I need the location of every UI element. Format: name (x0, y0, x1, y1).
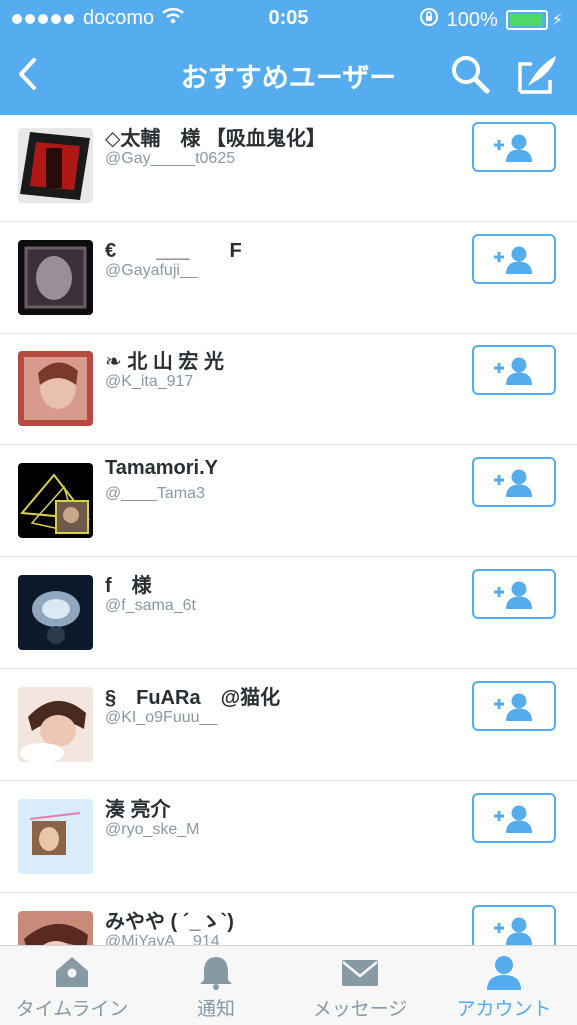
user-handle: @____Tama3 (105, 485, 205, 502)
add-user-icon (494, 357, 532, 385)
user-name: f 様 (105, 575, 152, 597)
avatar (18, 799, 93, 874)
tab-label: 通知 (196, 999, 235, 1020)
battery-icon (505, 10, 548, 30)
tab-timeline[interactable]: タイムライン (0, 946, 144, 1025)
rotation-lock-icon (419, 7, 439, 33)
avatar (18, 687, 93, 762)
tab-notifications[interactable]: 通知 (144, 946, 288, 1025)
add-user-icon (494, 469, 532, 497)
add-user-icon (494, 917, 532, 945)
follow-button[interactable] (472, 569, 556, 619)
avatar (18, 463, 93, 538)
add-user-icon (494, 134, 532, 162)
user-name: Tamamori.Y (105, 457, 218, 479)
header: docomo 0:05 100% ⚡ おすすめユーザー (0, 0, 577, 115)
home-icon (56, 957, 88, 987)
user-handle: @Gay_____t0625 (105, 150, 236, 167)
user-handle: @KI_o9Fuuu__ (105, 709, 218, 726)
recommended-user-list: ◇太輔 様 【吸血鬼化】 @Gay_____t0625 € ___ F @Gay… (0, 115, 577, 945)
tab-label: タイムライン (15, 999, 129, 1020)
compose-icon (518, 56, 556, 94)
avatar (18, 351, 93, 426)
follow-button[interactable] (472, 457, 556, 507)
navigation-bar: おすすめユーザー (0, 38, 577, 115)
user-name: ◇太輔 様 【吸血鬼化】 (105, 128, 326, 150)
user-name: 湊 亮介 (105, 799, 171, 821)
envelope-icon (342, 960, 378, 986)
user-name: € ___ F (105, 240, 242, 262)
avatar (18, 911, 93, 945)
user-handle: @ryo_ske_M (105, 821, 200, 838)
user-row[interactable]: € ___ F @Gayafuji__ (0, 222, 577, 334)
user-handle: @Gayafuji__ (105, 262, 198, 279)
avatar (18, 575, 93, 650)
search-icon (452, 56, 490, 94)
person-icon (487, 956, 521, 990)
follow-button[interactable] (472, 234, 556, 284)
user-handle: @K_ita_917 (105, 373, 194, 390)
avatar (18, 240, 93, 315)
tab-label: アカウント (456, 999, 552, 1020)
follow-button[interactable] (472, 122, 556, 172)
user-row[interactable]: 湊 亮介 @ryo_ske_M (0, 781, 577, 893)
add-user-icon (494, 246, 532, 274)
search-button[interactable] (448, 52, 492, 96)
compose-button[interactable] (514, 52, 560, 96)
add-user-icon (494, 693, 532, 721)
status-bar: docomo 0:05 100% ⚡ (0, 0, 577, 38)
tab-account[interactable]: アカウント (432, 946, 576, 1025)
follow-button[interactable] (472, 905, 556, 945)
follow-button[interactable] (472, 345, 556, 395)
bell-icon (200, 957, 232, 990)
user-handle: @f_sama_6t (105, 597, 196, 614)
add-user-icon (494, 805, 532, 833)
tab-bar: タイムライン 通知 メッセージ アカウント (0, 945, 577, 1025)
battery-percent: 100% (446, 8, 498, 31)
tab-label: メッセージ (312, 999, 408, 1020)
add-user-icon (494, 581, 532, 609)
avatar (18, 128, 93, 203)
user-row[interactable]: Tamamori.Y @____Tama3 (0, 445, 577, 557)
user-handle: @MiYayA__914 (105, 933, 220, 945)
user-row[interactable]: ◇太輔 様 【吸血鬼化】 @Gay_____t0625 (0, 115, 577, 222)
user-row[interactable]: ❧ 北 山 宏 光 @K_ita_917 (0, 333, 577, 445)
follow-button[interactable] (472, 793, 556, 843)
user-row[interactable]: § FuARa @猫化 @KI_o9Fuuu__ (0, 669, 577, 781)
follow-button[interactable] (472, 681, 556, 731)
charging-icon: ⚡ (551, 12, 563, 29)
user-name: みやや ( ´_ゝ`) (105, 911, 234, 933)
user-name: ❧ 北 山 宏 光 (105, 351, 224, 373)
user-row[interactable]: f 様 @f_sama_6t (0, 557, 577, 669)
user-row[interactable]: みやや ( ´_ゝ`) @MiYayA__914 (0, 893, 577, 945)
user-name: § FuARa @猫化 (105, 687, 281, 709)
tab-messages[interactable]: メッセージ (288, 946, 432, 1025)
